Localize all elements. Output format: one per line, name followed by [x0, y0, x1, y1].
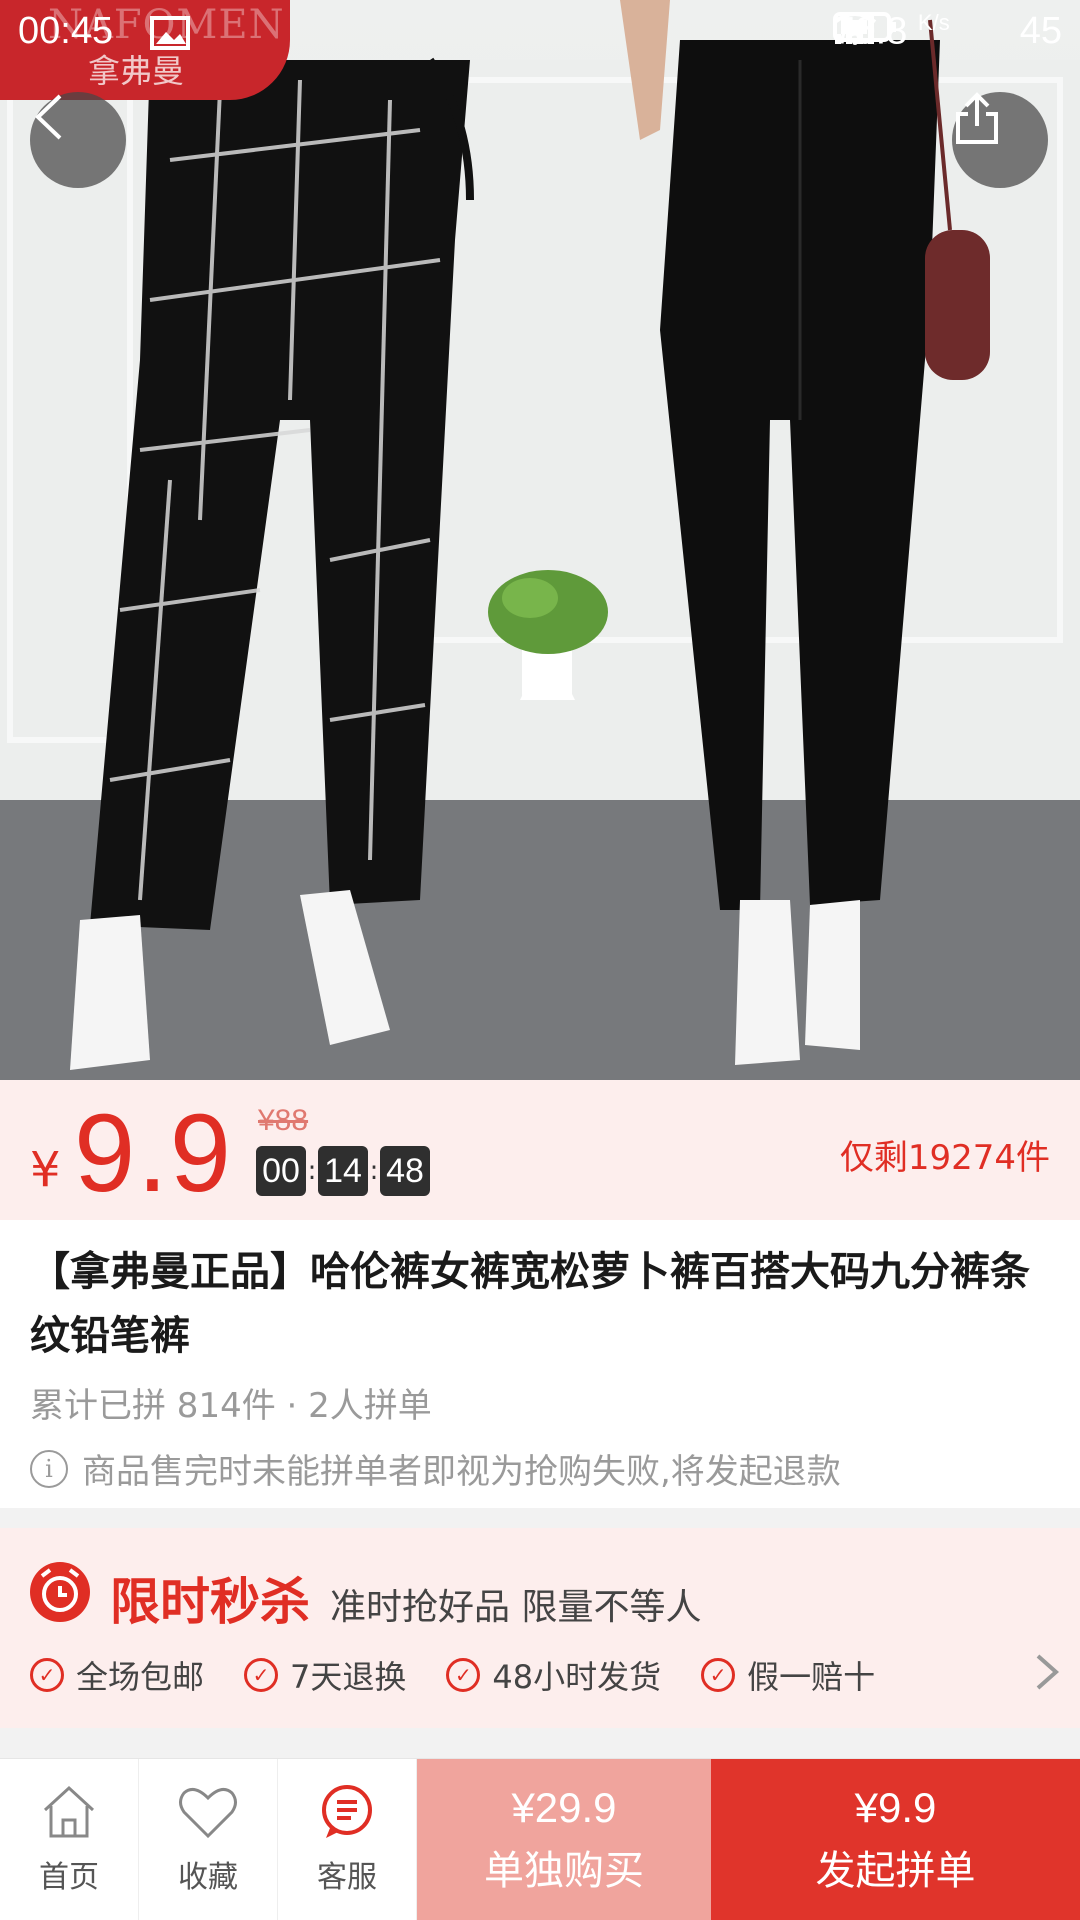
- heart-icon: [177, 1784, 239, 1844]
- buy-alone-label: 单独购买: [484, 1848, 644, 1894]
- group-buy-label: 发起拼单: [815, 1848, 976, 1894]
- divider: [0, 1728, 1080, 1758]
- countdown-timer: 00 : 14 : 48: [256, 1146, 430, 1196]
- flash-sale-title: 限时秒杀: [110, 1573, 310, 1631]
- guarantee-item: ✓ 7天退换: [244, 1652, 406, 1698]
- guarantee-label: 7天退换: [290, 1658, 407, 1696]
- guarantee-item: ✓ 全场包邮: [30, 1652, 204, 1698]
- back-button[interactable]: [30, 92, 126, 188]
- refund-notice-text: 商品售完时未能拼单者即视为抢购失败,将发起退款: [82, 1452, 841, 1492]
- countdown-hours: 00: [256, 1146, 306, 1196]
- original-price: ¥88: [258, 1104, 309, 1137]
- guarantee-item: ✓ 假一赔十: [701, 1652, 875, 1698]
- countdown-seconds: 48: [380, 1146, 430, 1196]
- guarantee-list[interactable]: ✓ 全场包邮 ✓ 7天退换 ✓ 48小时发货 ✓ 假一赔十: [30, 1652, 1060, 1698]
- favorite-label: 收藏: [178, 1860, 238, 1895]
- current-price: 9.9: [74, 1092, 233, 1215]
- group-buy-price: ¥9.9: [854, 1784, 937, 1831]
- home-label: 首页: [39, 1860, 99, 1895]
- guarantee-label: 假一赔十: [747, 1658, 876, 1696]
- buy-alone-button[interactable]: ¥29.9 单独购买: [417, 1759, 711, 1920]
- alarm-clock-icon: [30, 1562, 90, 1622]
- share-button[interactable]: [952, 92, 1048, 188]
- info-icon: i: [30, 1449, 68, 1488]
- flash-sale-subtitle: 准时抢好品 限量不等人: [330, 1587, 702, 1628]
- check-circle-icon: ✓: [701, 1658, 736, 1692]
- home-button[interactable]: 首页: [0, 1759, 139, 1920]
- chat-icon: [318, 1784, 376, 1844]
- customer-service-label: 客服: [317, 1860, 377, 1895]
- guarantee-label: 全场包邮: [76, 1658, 205, 1696]
- check-circle-icon: ✓: [446, 1658, 481, 1692]
- chevron-right-icon[interactable]: [1034, 1652, 1060, 1702]
- status-time: 00:45: [18, 10, 114, 52]
- sold-count: 累计已拼 814件 · 2人拼单: [30, 1386, 432, 1426]
- divider: [0, 1508, 1080, 1528]
- check-circle-icon: ✓: [244, 1658, 279, 1692]
- bottom-action-bar: 首页 收藏 客服 ¥29.9 单独购买 ¥9.9 发起拼单: [0, 1758, 1080, 1920]
- product-title: 【拿弗曼正品】哈伦裤女裤宽松萝卜裤百搭大码九分裤条纹铅笔裤: [30, 1249, 1030, 1359]
- guarantee-item: ✓ 48小时发货: [446, 1652, 661, 1698]
- currency-symbol: ¥: [30, 1142, 61, 1198]
- countdown-minutes: 14: [318, 1146, 368, 1196]
- refund-notice: i 商品售完时未能拼单者即视为抢购失败,将发起退款: [30, 1444, 841, 1493]
- guarantee-label: 48小时发货: [492, 1658, 662, 1696]
- start-group-buy-button[interactable]: ¥9.9 发起拼单: [711, 1759, 1080, 1920]
- customer-service-button[interactable]: 客服: [278, 1759, 417, 1920]
- product-photo-illustration: [0, 0, 1080, 1080]
- stock-remaining: 仅剩19274件: [839, 1138, 1050, 1178]
- favorite-button[interactable]: 收藏: [139, 1759, 278, 1920]
- buy-alone-price: ¥29.9: [511, 1784, 617, 1831]
- check-circle-icon: ✓: [30, 1658, 64, 1692]
- status-bar: 00:45 70.8 K/s 45: [0, 0, 1080, 70]
- home-icon: [39, 1784, 99, 1844]
- product-image[interactable]: NAFOMEN 拿弗曼 00:45 70.8 K/s 45: [0, 0, 1080, 1080]
- battery-level: 45: [1019, 10, 1062, 53]
